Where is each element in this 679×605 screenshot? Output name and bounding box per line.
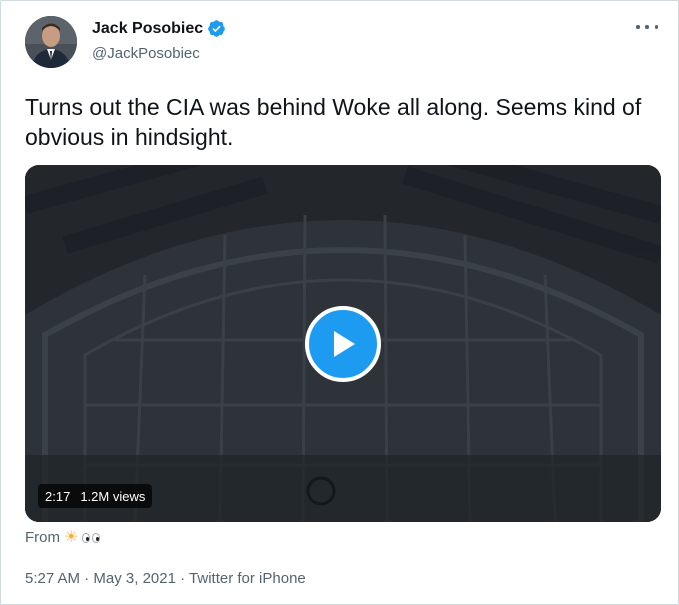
author-name[interactable]: Jack Posobiec xyxy=(92,19,226,38)
separator: · xyxy=(84,570,90,587)
play-icon xyxy=(334,331,355,357)
source-line: From ☀ xyxy=(25,528,101,546)
verified-badge-icon xyxy=(208,20,225,37)
video-views: 1.2M views xyxy=(80,488,146,504)
tweet-timestamp[interactable]: 5:27 AM · May 3, 2021 · Twitter for iPho… xyxy=(25,570,306,587)
avatar[interactable] xyxy=(25,16,77,68)
video-player[interactable]: 2:17 1.2M views xyxy=(25,165,661,522)
tweet-time[interactable]: 5:27 AM xyxy=(25,570,80,587)
video-duration: 2:17 xyxy=(45,488,71,504)
author-handle[interactable]: @JackPosobiec xyxy=(92,45,200,62)
eyes-emoji-icon xyxy=(82,532,101,543)
tweet-date[interactable]: May 3, 2021 xyxy=(93,570,176,587)
sun-emoji-icon: ☀ xyxy=(64,528,79,546)
video-meta: 2:17 1.2M views xyxy=(38,484,153,508)
source-label: From xyxy=(25,529,60,546)
play-button[interactable] xyxy=(305,306,381,382)
tweet-client[interactable]: Twitter for iPhone xyxy=(189,570,306,587)
tweet-card: Jack Posobiec @JackPosobiec Turns out th… xyxy=(0,0,679,605)
separator: · xyxy=(180,570,186,587)
more-options-icon[interactable] xyxy=(636,19,658,35)
author-name-text[interactable]: Jack Posobiec xyxy=(92,20,203,38)
tweet-text: Turns out the CIA was behind Woke all al… xyxy=(25,94,642,150)
